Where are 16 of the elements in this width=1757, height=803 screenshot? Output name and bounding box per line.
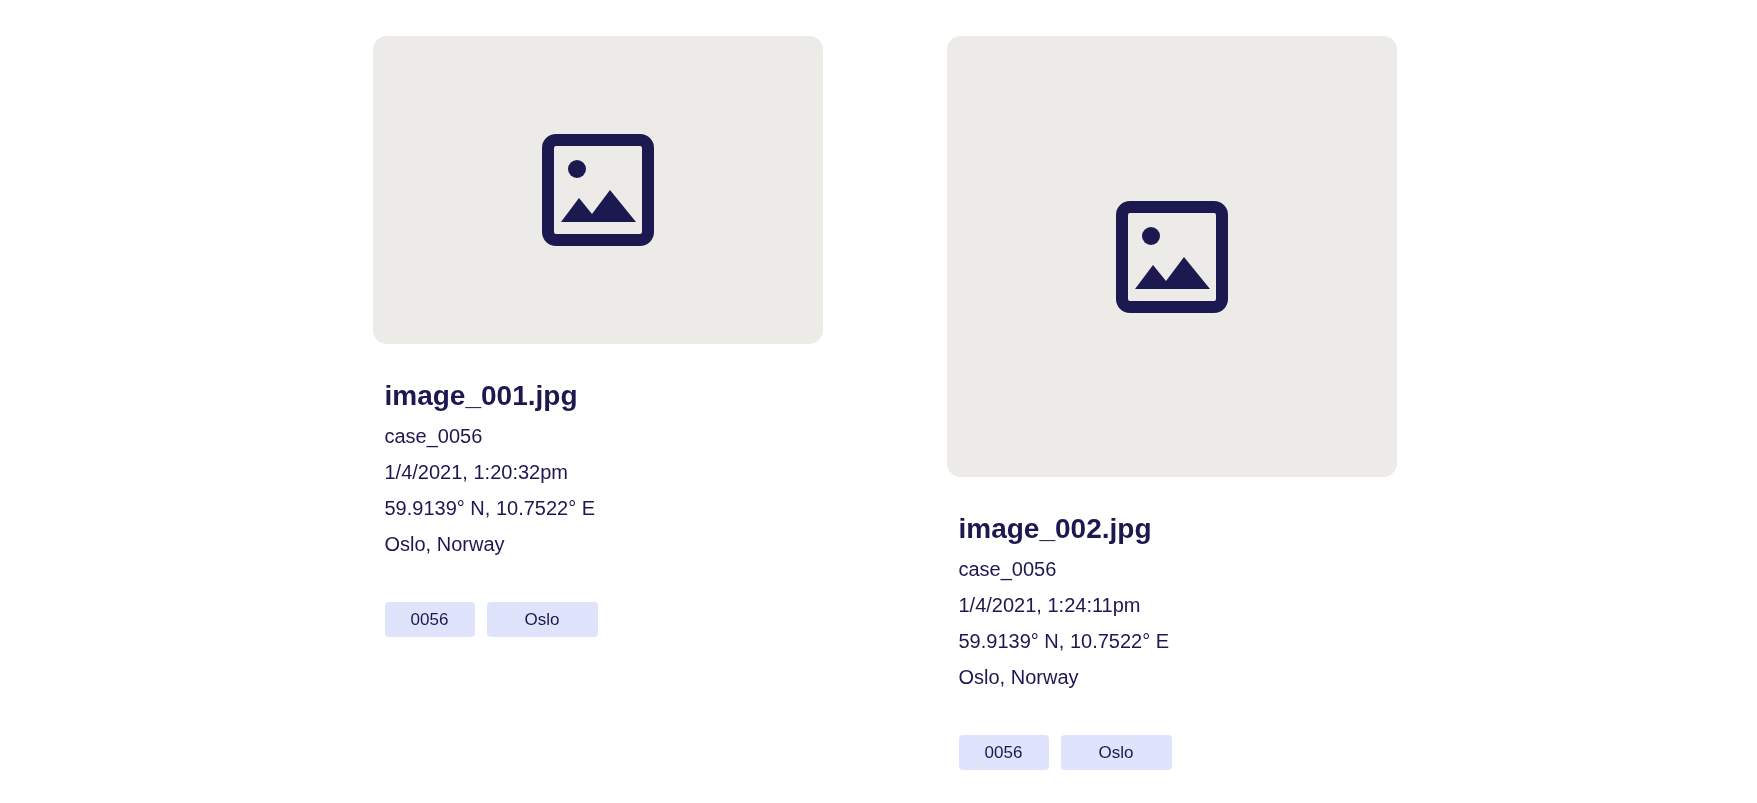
coordinates: 59.9139° N, 10.7522° E (958, 629, 1171, 654)
case-id: case_0056 (958, 557, 1058, 583)
tag: Oslo (486, 602, 598, 637)
location: Oslo, Norway (384, 532, 506, 557)
tag: 0056 (958, 735, 1049, 770)
location: Oslo, Norway (958, 665, 1080, 690)
image-icon (541, 134, 654, 246)
timestamp: 1/4/2021, 1:24:11pm (958, 593, 1142, 618)
timestamp: 1/4/2021, 1:20:32pm (384, 460, 569, 485)
image-icon (1115, 200, 1228, 313)
case-id: case_0056 (384, 424, 484, 450)
tag: Oslo (1060, 735, 1172, 770)
file-name: image_001.jpg (384, 379, 579, 413)
coordinates: 59.9139° N, 10.7522° E (384, 496, 597, 521)
tag: 0056 (384, 602, 475, 637)
file-name: image_002.jpg (958, 512, 1153, 546)
